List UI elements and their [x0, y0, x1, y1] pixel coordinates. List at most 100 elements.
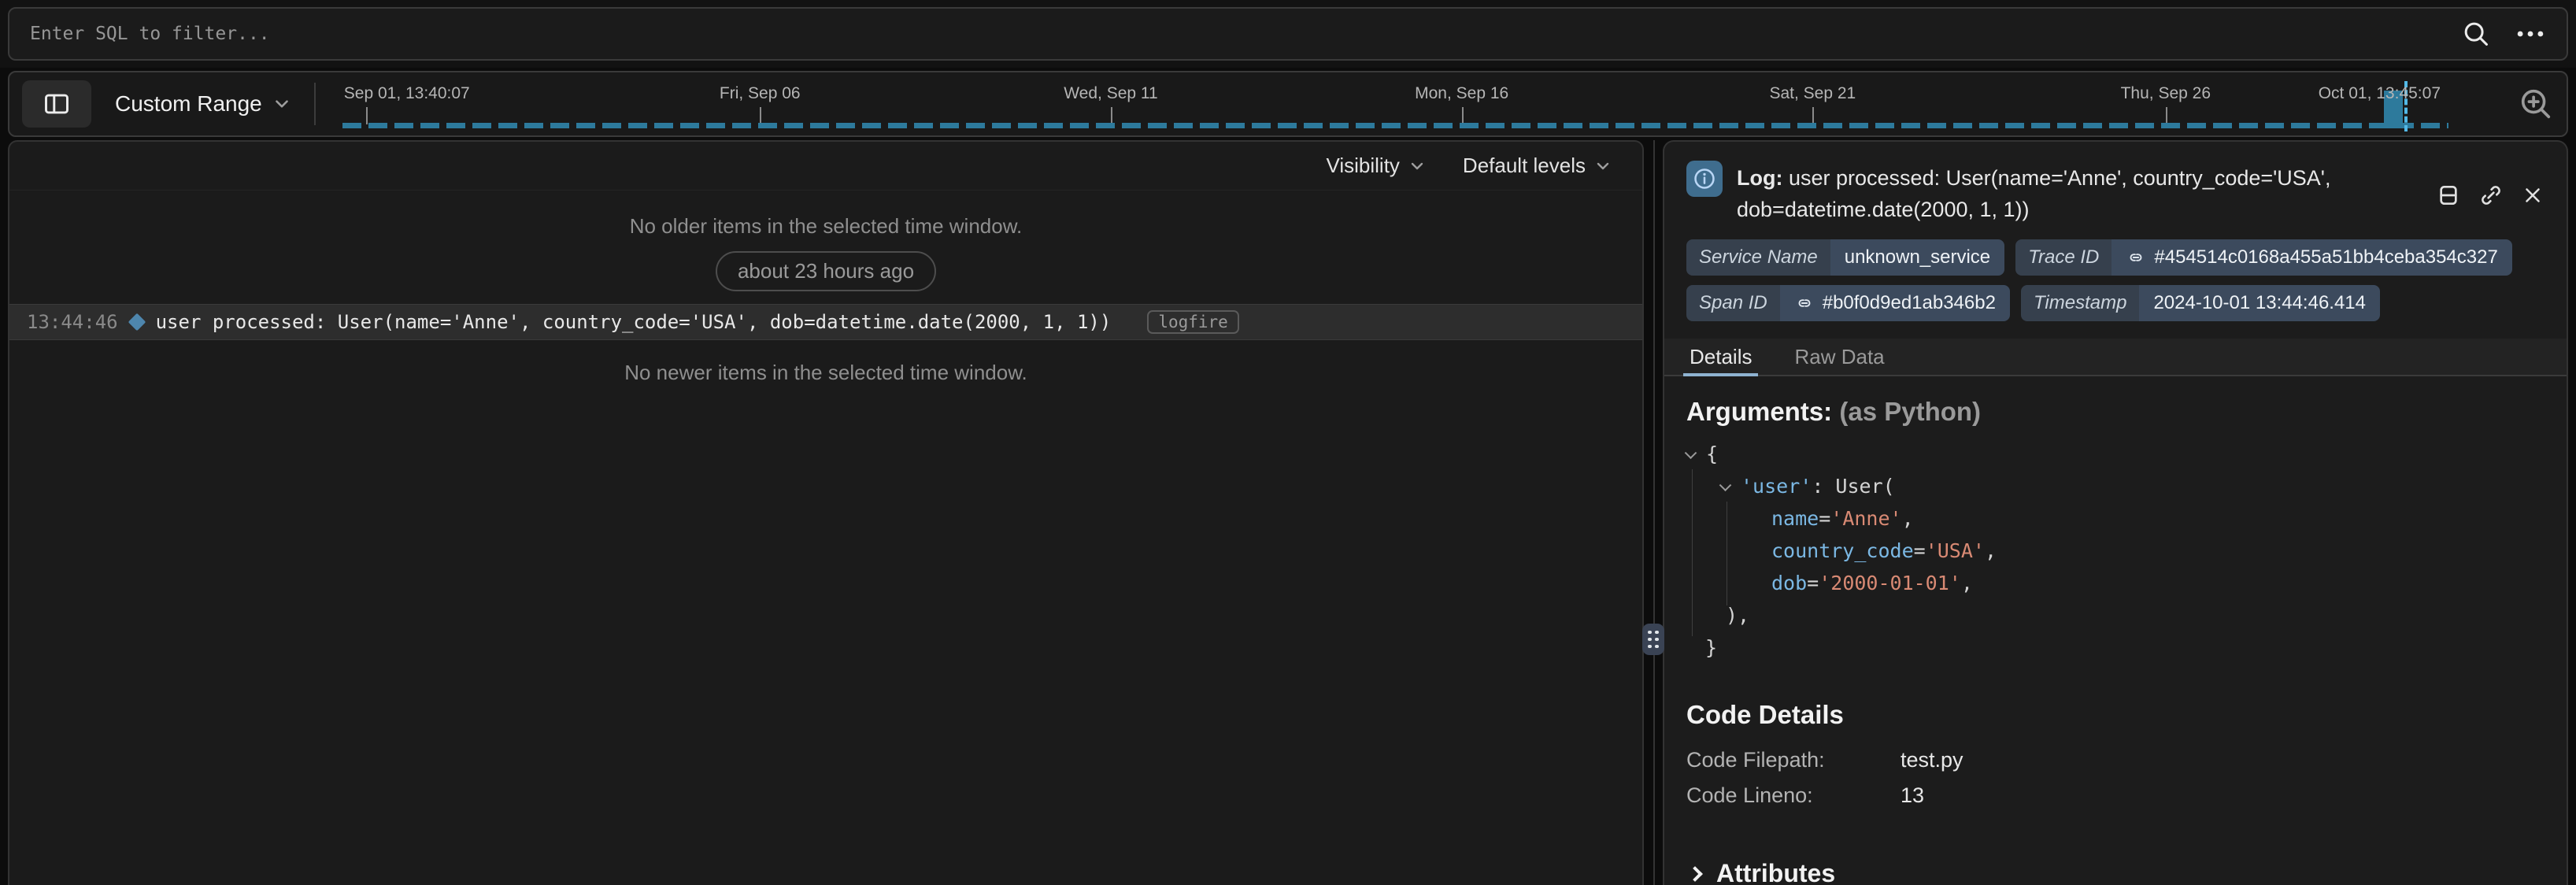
sql-filter-box[interactable]: [8, 7, 2568, 61]
topbar-icons: [2461, 19, 2546, 49]
code-token: ,: [1961, 572, 1973, 594]
code-line: dob='2000-01-01',: [1686, 567, 2545, 599]
code-details-heading: Code Details: [1686, 700, 2545, 730]
close-icon[interactable]: [2521, 165, 2545, 225]
code-details-row: Code Lineno:13: [1686, 778, 2545, 813]
log-list-header: Visibility Default levels: [9, 142, 1642, 191]
meta-pill-value: 2024-10-01 13:44:46.414: [2139, 285, 2380, 321]
log-row[interactable]: 13:44:46 user processed: User(name='Anne…: [9, 304, 1642, 340]
chevron-down-icon: [1593, 157, 1612, 176]
code-details-label: Code Lineno:: [1686, 778, 1901, 813]
meta-pill-value-text: unknown_service: [1845, 246, 1990, 268]
code-token: ,: [1902, 507, 1914, 530]
arguments-subheading: (as Python): [1839, 397, 1981, 426]
code-token: 'USA': [1926, 539, 1985, 562]
code-token: country_code: [1771, 539, 1914, 562]
timeline-start-label: Sep 01, 13:40:07: [344, 84, 470, 103]
attributes-toggle[interactable]: Attributes: [1686, 859, 2545, 885]
panel-splitter[interactable]: [1644, 140, 1663, 885]
search-icon[interactable]: [2461, 19, 2491, 49]
code-line: 'user': User(: [1686, 470, 2545, 502]
code-token: '2000-01-01': [1819, 572, 1961, 594]
timeline-end-label: Oct 01, 13:45:07: [2319, 84, 2441, 103]
visibility-dropdown[interactable]: Visibility: [1326, 154, 1426, 178]
detail-content: Arguments: (as Python) { 'user': User(nam…: [1664, 376, 2567, 885]
timeline-tick-label: Wed, Sep 11: [1064, 84, 1157, 103]
custom-range-dropdown[interactable]: Custom Range: [115, 91, 292, 117]
log-list-panel: Visibility Default levels No older items…: [8, 140, 1644, 885]
timeline-tick: [760, 107, 761, 124]
splitter-drag-handle[interactable]: [1642, 624, 1664, 655]
arguments-heading: Arguments: (as Python): [1686, 397, 2545, 427]
code-details-row: Code Filepath:test.py: [1686, 742, 2545, 778]
code-line: {: [1686, 438, 2545, 470]
timeline-tick-label: Fri, Sep 06: [720, 84, 801, 103]
tab-raw-data[interactable]: Raw Data: [1791, 339, 1887, 375]
link-icon[interactable]: [2478, 165, 2504, 225]
meta-pill-value-text: #b0f0d9ed1ab346b2: [1823, 292, 1996, 314]
detail-title-text: user processed: User(name='Anne', countr…: [1737, 166, 2330, 221]
meta-pill-label: Service Name: [1686, 239, 1830, 276]
meta-pill[interactable]: Service Name unknown_service: [1686, 239, 2004, 276]
arguments-code[interactable]: {'user': User(name='Anne',country_code='…: [1686, 438, 2545, 664]
meta-pill-value-text: 2024-10-01 13:44:46.414: [2153, 292, 2366, 314]
collapse-chevron-icon[interactable]: [1719, 479, 1732, 491]
timeline-dashed-line: [342, 123, 2448, 128]
timeline[interactable]: Sep 01, 13:40:07 Fri, Sep 06 Wed, Sep 11 M…: [338, 72, 2504, 135]
info-icon: [1686, 161, 1723, 197]
grip-dots-icon: [1648, 631, 1659, 649]
zoom-in-icon[interactable]: [2518, 86, 2554, 122]
timeline-tick: [1812, 107, 1814, 124]
splitter-line: [1653, 140, 1655, 885]
code-line: country_code='USA',: [1686, 535, 2545, 567]
meta-pill[interactable]: Timestamp 2024-10-01 13:44:46.414: [2021, 285, 2380, 321]
code-token: =: [1807, 572, 1819, 594]
code-details-value: test.py: [1901, 742, 1963, 778]
detail-panel: Log: user processed: User(name='Anne', c…: [1663, 140, 2568, 885]
ellipsis-icon[interactable]: [2515, 19, 2546, 49]
timeline-tick: [2166, 107, 2167, 124]
meta-pill[interactable]: Span ID#b0f0d9ed1ab346b2: [1686, 285, 2010, 321]
sql-filter-input[interactable]: [30, 24, 2442, 44]
panel-view-icon[interactable]: [2436, 165, 2461, 225]
code-details-label: Code Filepath:: [1686, 742, 1901, 778]
meta-pills: Service Name unknown_service Trace ID#4545…: [1664, 230, 2567, 326]
divider: [314, 83, 316, 125]
timeline-tick: [366, 107, 368, 124]
code-details-value: 13: [1901, 778, 1924, 813]
meta-pill-label: Timestamp: [2021, 285, 2139, 321]
log-message: user processed: User(name='Anne', countr…: [156, 311, 1112, 333]
tab-details[interactable]: Details: [1686, 339, 1755, 375]
detail-tabs: Details Raw Data: [1664, 339, 2567, 376]
timeline-tick-label: Sat, Sep 21: [1769, 84, 1856, 103]
link-icon: [2126, 247, 2146, 268]
meta-pill[interactable]: Trace ID#454514c0168a455a51bb4ceba354c32…: [2015, 239, 2512, 276]
code-token: ,: [1985, 539, 1997, 562]
collapse-chevron-icon[interactable]: [1685, 446, 1697, 459]
default-levels-dropdown[interactable]: Default levels: [1463, 154, 1612, 178]
chevron-down-icon: [272, 94, 292, 114]
timeline-tick-label: Mon, Sep 16: [1415, 84, 1508, 103]
chevron-down-icon: [1408, 157, 1427, 176]
code-token: 'Anne': [1830, 507, 1901, 530]
timeline-tick-label: Thu, Sep 26: [2121, 84, 2211, 103]
code-token: }: [1705, 636, 1717, 659]
code-token: : User(: [1812, 475, 1894, 498]
timeline-tick: [1111, 107, 1112, 124]
sidebar-toggle-button[interactable]: [22, 80, 91, 128]
code-token: =: [1819, 507, 1830, 530]
code-token: {: [1706, 442, 1718, 465]
code-line: name='Anne',: [1686, 502, 2545, 535]
detail-title: Log: user processed: User(name='Anne', c…: [1737, 161, 2422, 225]
meta-pill-value: #454514c0168a455a51bb4ceba354c327: [2112, 239, 2511, 276]
code-line: ),: [1686, 599, 2545, 631]
timeline-tick: [1462, 107, 1464, 124]
code-line: }: [1686, 631, 2545, 664]
log-time: 13:44:46: [27, 311, 118, 333]
time-ago-badge[interactable]: about 23 hours ago: [716, 251, 936, 291]
detail-title-prefix: Log:: [1737, 166, 1782, 190]
code-details-rows: Code Filepath:test.pyCode Lineno:13: [1686, 742, 2545, 813]
code-token: dob: [1771, 572, 1807, 594]
visibility-label: Visibility: [1326, 154, 1399, 178]
detail-header: Log: user processed: User(name='Anne', c…: [1664, 142, 2567, 230]
